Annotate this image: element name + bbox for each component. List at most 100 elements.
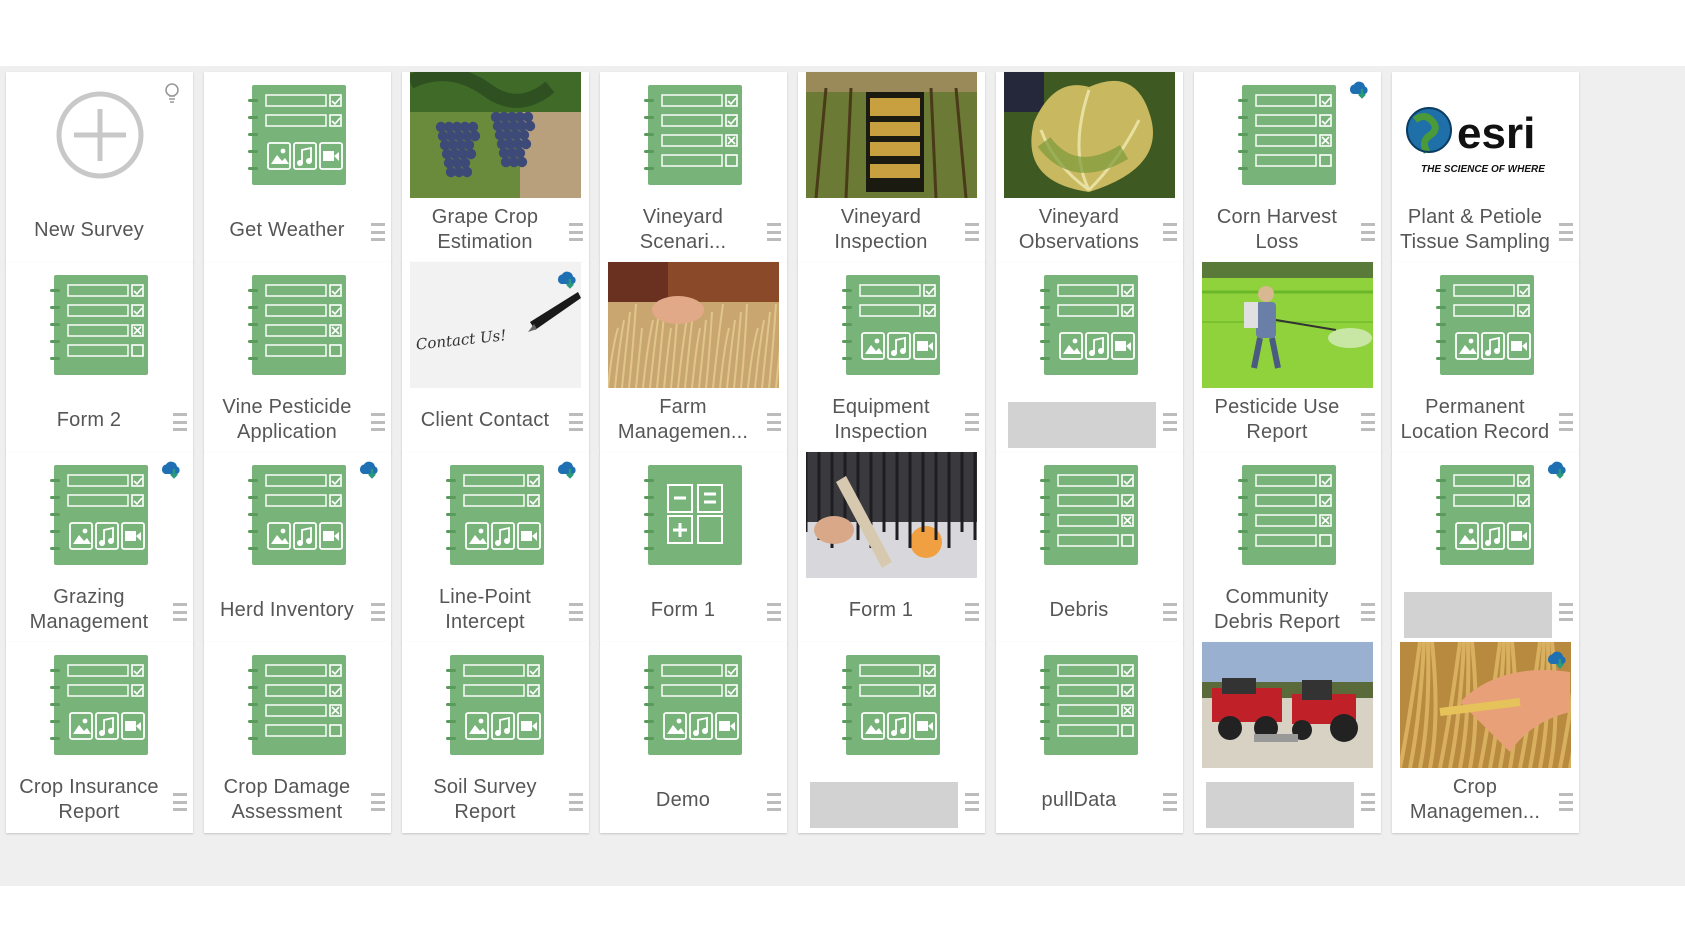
survey-card[interactable]: esri THE SCIENCE OF WHERE Plant & Petiole… [1392,72,1579,263]
sprayer-field-photo-thumbnail [1202,262,1373,388]
survey-card[interactable]: Crop Damage Assessment [204,642,391,833]
form-media-template-icon [6,642,193,768]
survey-card[interactable] [996,262,1183,453]
card-menu-icon[interactable] [1559,793,1573,811]
card-menu-icon[interactable] [371,223,385,241]
form-checklist-template-icon [6,262,193,388]
cloud-download-icon[interactable] [1545,650,1569,670]
card-menu-icon[interactable] [1163,413,1177,431]
survey-title: Corn Harvest Loss [1216,206,1338,253]
cloud-download-icon[interactable] [555,460,579,480]
card-menu-icon[interactable] [767,223,781,241]
survey-card[interactable]: Herd Inventory [204,452,391,643]
card-menu-icon[interactable] [767,603,781,621]
survey-title: pullData [1041,788,1117,811]
cloud-download-icon[interactable] [1545,460,1569,480]
card-menu-icon[interactable] [1361,223,1375,241]
survey-card[interactable]: Contact Us! Client Contact [402,262,589,453]
card-menu-icon[interactable] [1163,223,1177,241]
survey-card[interactable]: pullData [996,642,1183,833]
survey-title: Grazing Management [29,586,149,633]
card-menu-icon[interactable] [965,223,979,241]
survey-title: Crop Damage Assessment [223,776,351,823]
survey-card[interactable]: Pesticide Use Report [1194,262,1381,453]
lightbulb-icon[interactable] [163,82,181,104]
card-menu-icon[interactable] [1361,413,1375,431]
survey-card[interactable]: Vineyard Scenari... [600,72,787,263]
form-media-template-icon [996,262,1183,388]
card-menu-icon[interactable] [173,793,187,811]
card-menu-icon[interactable] [569,793,583,811]
grapes-photo-thumbnail [410,72,581,198]
survey-card[interactable]: Vineyard Inspection [798,72,985,263]
survey-title: Crop Managemen... [1409,776,1541,823]
card-menu-icon[interactable] [767,413,781,431]
survey-card[interactable]: Get Weather [204,72,391,263]
survey-card[interactable]: Debris [996,452,1183,643]
card-menu-icon[interactable] [965,413,979,431]
survey-card[interactable]: Community Debris Report [1194,452,1381,643]
card-menu-icon[interactable] [569,413,583,431]
wheat-field-photo-thumbnail [608,262,779,388]
card-menu-icon[interactable] [1559,603,1573,621]
survey-title: Community Debris Report [1214,586,1340,633]
survey-title: Form 1 [848,598,914,621]
form-media-template-icon [204,72,391,198]
thermometer-photo-thumbnail [806,452,977,578]
card-menu-icon[interactable] [173,413,187,431]
survey-card[interactable]: Grazing Management [6,452,193,643]
survey-title-placeholder [810,782,958,828]
survey-title: Vineyard Inspection [834,206,928,253]
survey-card[interactable]: Vineyard Observations [996,72,1183,263]
card-menu-icon[interactable] [371,793,385,811]
survey-card[interactable]: Crop Managemen... [1392,642,1579,833]
card-menu-icon[interactable] [569,603,583,621]
card-menu-icon[interactable] [371,603,385,621]
survey-card[interactable]: Demo [600,642,787,833]
card-menu-icon[interactable] [1361,793,1375,811]
card-menu-icon[interactable] [1559,413,1573,431]
survey-card[interactable]: Grape Crop Estimation [402,72,589,263]
survey-card[interactable]: Crop Insurance Report [6,642,193,833]
survey-title: Soil Survey Report [433,776,537,823]
survey-card[interactable]: Vine Pesticide Application [204,262,391,453]
card-menu-icon[interactable] [1559,223,1573,241]
survey-title-placeholder [1206,782,1354,828]
survey-card[interactable] [1392,452,1579,643]
vineyard-sign-photo-thumbnail [806,72,977,198]
cloud-download-icon[interactable] [555,270,579,290]
survey-card[interactable]: Form 1 [798,452,985,643]
survey-card[interactable]: Permanent Location Record [1392,262,1579,453]
survey-card[interactable]: Equipment Inspection [798,262,985,453]
cloud-download-icon[interactable] [159,460,183,480]
survey-card[interactable]: Form 1 [600,452,787,643]
survey-title: Vine Pesticide Application [222,396,352,443]
survey-card[interactable]: Form 2 [6,262,193,453]
card-menu-icon[interactable] [1361,603,1375,621]
card-menu-icon[interactable] [569,223,583,241]
survey-title: Debris [1049,598,1109,621]
survey-card[interactable] [1194,642,1381,833]
card-menu-icon[interactable] [767,793,781,811]
survey-title: Crop Insurance Report [19,776,159,823]
cloud-download-icon[interactable] [357,460,381,480]
card-menu-icon[interactable] [965,793,979,811]
card-menu-icon[interactable] [371,413,385,431]
card-menu-icon[interactable] [965,603,979,621]
cloud-download-icon[interactable] [1347,80,1371,100]
survey-title: Permanent Location Record [1400,396,1550,443]
card-menu-icon[interactable] [1163,793,1177,811]
survey-card[interactable]: Soil Survey Report [402,642,589,833]
vine-leaf-photo-thumbnail [1004,72,1175,198]
esri-logo: esri THE SCIENCE OF WHERE [1392,72,1579,198]
svg-text:THE SCIENCE OF WHERE: THE SCIENCE OF WHERE [1421,164,1545,175]
survey-card[interactable]: Corn Harvest Loss [1194,72,1381,263]
survey-card[interactable]: New Survey [6,72,193,263]
form-media-template-icon [798,642,985,768]
survey-card[interactable]: Farm Managemen... [600,262,787,453]
form-checklist-template-icon [1194,452,1381,578]
card-menu-icon[interactable] [173,603,187,621]
card-menu-icon[interactable] [1163,603,1177,621]
survey-card[interactable]: Line-Point Intercept [402,452,589,643]
survey-card[interactable] [798,642,985,833]
